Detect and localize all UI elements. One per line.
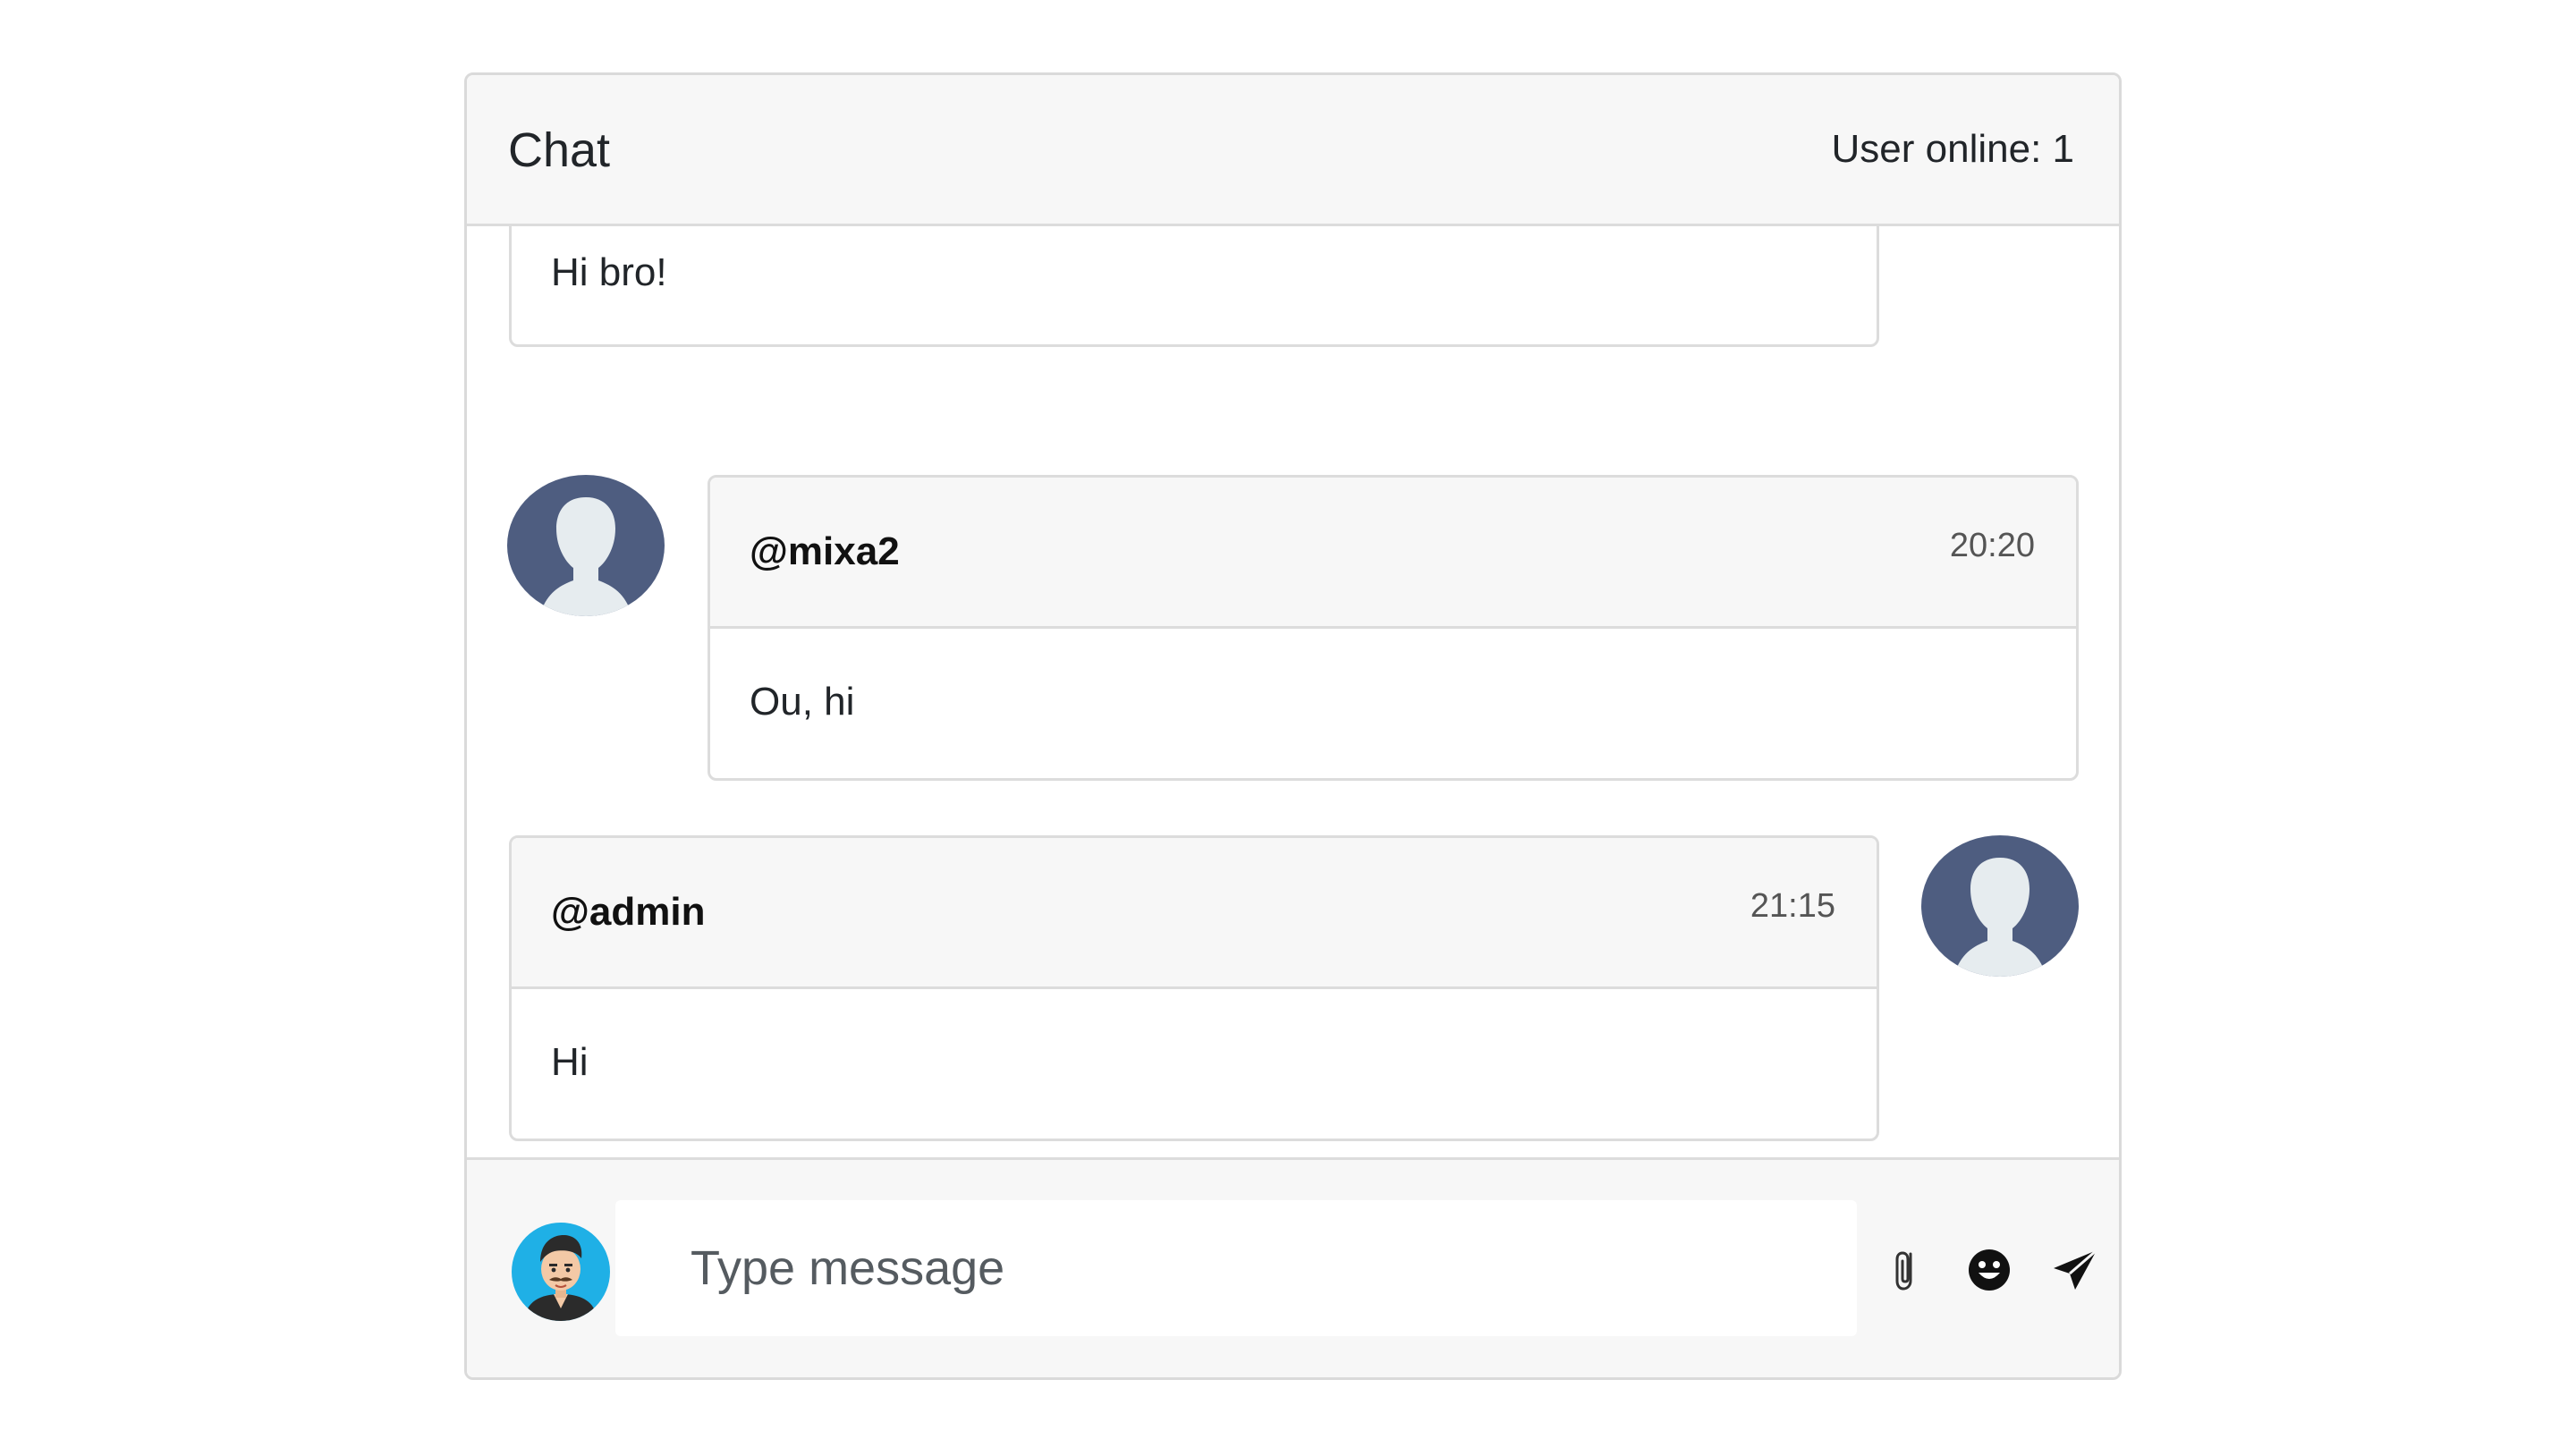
chat-card: Chat User online: 1 Hi bro! @mixa2 20:20… [464,72,2122,1380]
paperclip-icon[interactable] [1880,1243,1934,1297]
message-time: 20:20 [1949,527,2035,564]
avatar-mixa2 [507,475,665,616]
message-header: @admin 21:15 [512,838,1877,989]
message-username: @admin [551,890,706,934]
message-text: Hi bro! [551,250,667,294]
message-text: Ou, hi [750,680,855,724]
chat-title: Chat [508,123,611,177]
chat-footer [467,1157,2119,1377]
send-icon[interactable] [2048,1243,2102,1297]
messages-list[interactable]: Hi bro! @mixa2 20:20 Ou, hi @admin 21:15… [467,226,2119,1232]
message-card: @mixa2 20:20 Ou, hi [708,475,2079,781]
message-time: 21:15 [1750,887,1835,925]
message-text: Hi [551,1040,589,1084]
current-user-avatar [512,1223,610,1321]
message-input[interactable] [615,1200,1857,1336]
smile-icon[interactable] [1962,1243,2016,1297]
avatar-admin [1921,835,2079,977]
message-card: Hi bro! [509,226,1879,347]
chat-header: Chat User online: 1 [467,75,2119,226]
online-count: User online: 1 [1831,127,2074,171]
message-card: @admin 21:15 Hi [509,835,1879,1141]
message-header: @mixa2 20:20 [710,478,2076,629]
message-username: @mixa2 [750,529,900,573]
